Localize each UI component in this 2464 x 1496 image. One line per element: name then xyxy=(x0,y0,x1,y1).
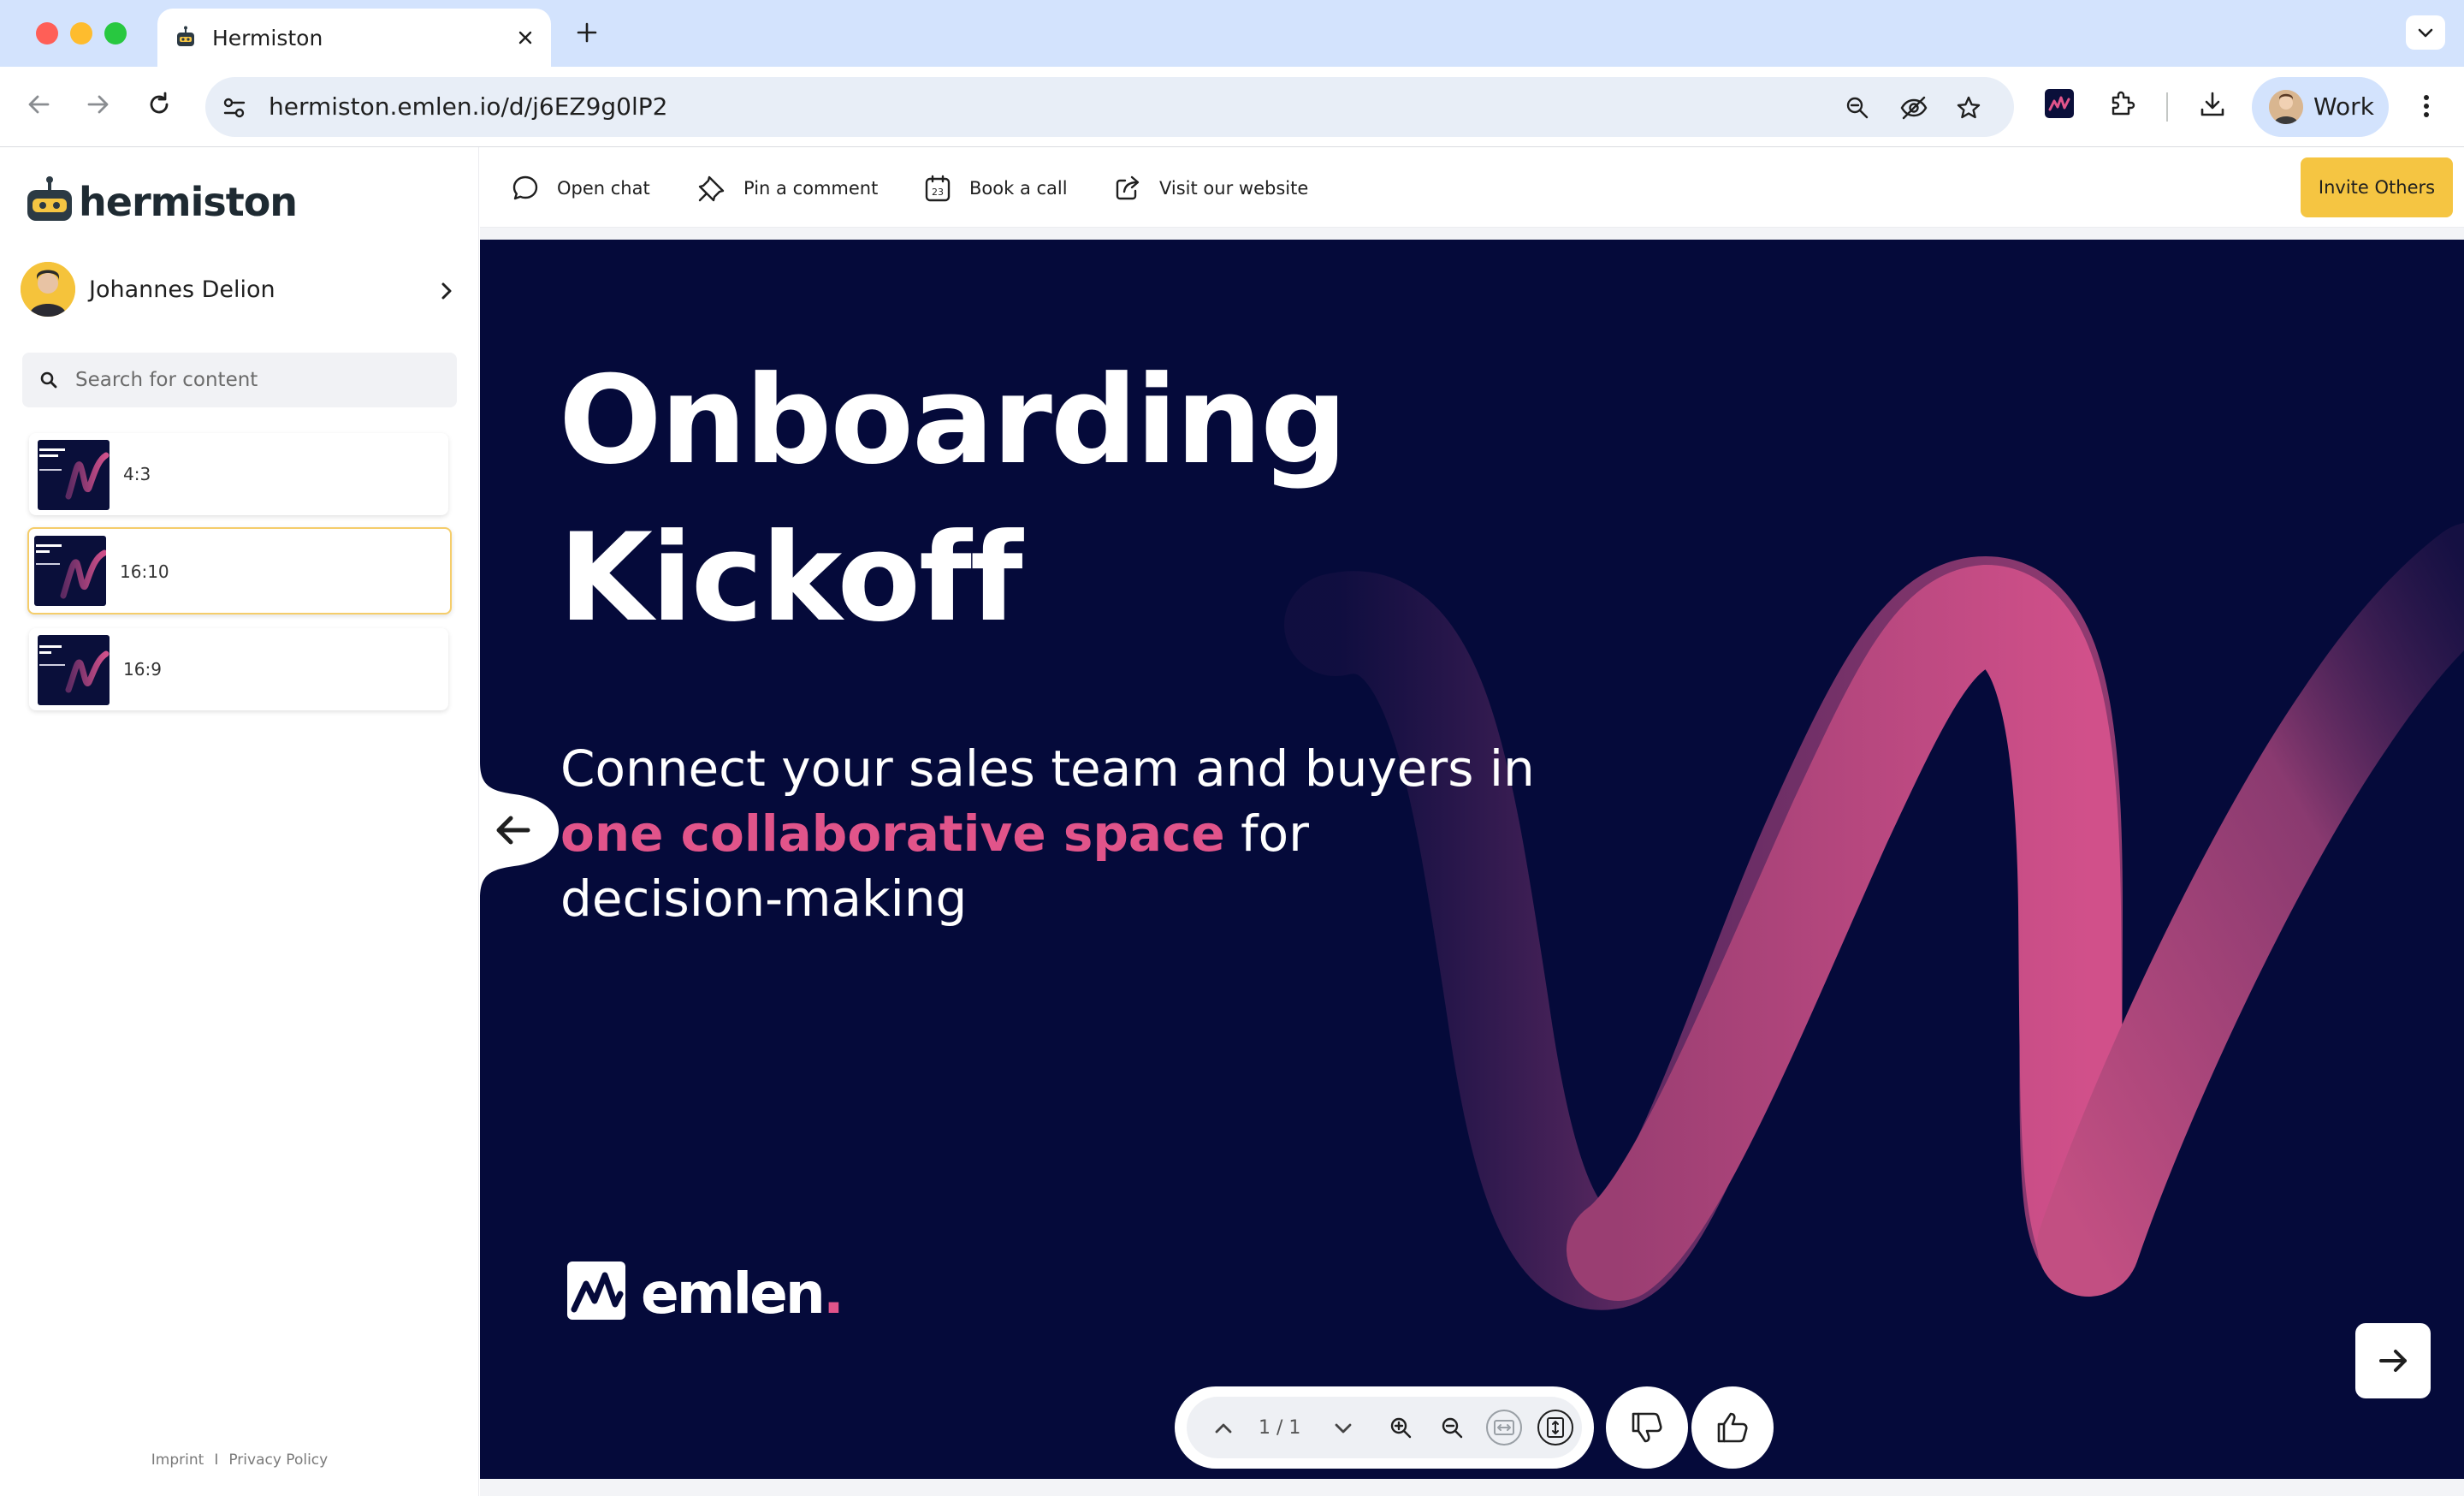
viewer-controls: 1 / 1 xyxy=(1175,1386,1594,1469)
open-chat-label: Open chat xyxy=(557,178,650,199)
subtitle-text: Connect your sales team and buyers in xyxy=(560,739,1535,798)
address-bar[interactable]: hermiston.emlen.io/d/j6EZ9g0lP2 xyxy=(205,77,2014,137)
eye-off-icon[interactable] xyxy=(1899,95,1928,121)
next-slide-button[interactable] xyxy=(2355,1323,2431,1398)
chevron-down-icon[interactable] xyxy=(1332,1417,1354,1440)
zoom-icon[interactable] xyxy=(1845,95,1870,121)
list-item-label: 16:9 xyxy=(123,659,162,680)
toolbar-separator xyxy=(2166,92,2168,122)
sidebar-footer: Imprint I Privacy Policy xyxy=(0,1451,479,1469)
slide-title: Onboarding Kickoff xyxy=(559,342,1348,657)
profile-button[interactable]: Work xyxy=(2252,77,2389,137)
thumbs-down-button[interactable] xyxy=(1606,1386,1688,1469)
visit-website-label: Visit our website xyxy=(1159,178,1309,199)
search-input[interactable] xyxy=(75,365,435,395)
pin-comment-label: Pin a comment xyxy=(743,178,879,199)
content-sidebar: hermiston Johannes Delion 4:3 16:10 16:9… xyxy=(0,147,479,1496)
slide-thumbnail xyxy=(34,536,106,606)
profile-label: Work xyxy=(2313,92,2374,121)
action-bar: Open chat Pin a comment 23 Book a call V… xyxy=(480,147,2464,228)
page-indicator: 1 / 1 xyxy=(1259,1417,1301,1439)
zoom-out-icon[interactable] xyxy=(1440,1416,1464,1440)
search-icon xyxy=(40,371,57,389)
slide-title-line: Onboarding xyxy=(559,350,1348,491)
user-profile-row[interactable]: Johannes Delion xyxy=(21,262,459,322)
browser-tab-strip: Hermiston xyxy=(0,0,2464,67)
book-call-button[interactable]: 23 Book a call xyxy=(923,169,1077,205)
emlen-logo-icon xyxy=(566,1260,627,1321)
close-window-button[interactable] xyxy=(36,22,58,45)
list-item-label: 4:3 xyxy=(123,464,151,484)
fit-width-icon[interactable] xyxy=(1484,1409,1524,1446)
visit-website-button[interactable]: Visit our website xyxy=(1113,169,1318,205)
avatar xyxy=(2269,90,2303,124)
browser-tab[interactable]: Hermiston xyxy=(157,9,551,67)
list-item[interactable]: 16:10 xyxy=(27,527,452,614)
chevron-down-icon xyxy=(2418,28,2433,38)
brand-name: emlen xyxy=(641,1261,826,1327)
download-icon[interactable] xyxy=(2197,89,2228,120)
subtitle-highlight: one collaborative space xyxy=(560,804,1225,863)
brand-wordmark: hermiston xyxy=(79,179,298,225)
pin-icon xyxy=(698,175,725,202)
calendar-icon: 23 xyxy=(925,175,951,202)
list-item[interactable]: 16:9 xyxy=(29,628,448,710)
book-call-label: Book a call xyxy=(969,178,1068,199)
maximize-window-button[interactable] xyxy=(104,22,127,45)
list-item[interactable]: 4:3 xyxy=(29,433,448,515)
thumbs-up-button[interactable] xyxy=(1691,1386,1774,1469)
imprint-link[interactable]: Imprint xyxy=(151,1451,204,1469)
open-chat-button[interactable]: Open chat xyxy=(511,169,650,205)
site-settings-icon[interactable] xyxy=(222,97,246,119)
page-controls: 1 / 1 xyxy=(1187,1397,1582,1458)
share-external-icon xyxy=(1116,175,1140,200)
forward-arrow-icon[interactable] xyxy=(82,89,113,120)
svg-text:23: 23 xyxy=(932,187,944,198)
arrow-right-icon xyxy=(2379,1350,2407,1372)
avatar xyxy=(21,262,75,317)
hermiston-robot-logo-icon xyxy=(24,175,75,223)
brand-dot: . xyxy=(822,1261,844,1327)
browser-toolbar: hermiston.emlen.io/d/j6EZ9g0lP2 Work xyxy=(0,67,2464,147)
new-tab-plus-icon[interactable] xyxy=(573,19,601,46)
more-vert-icon[interactable] xyxy=(2418,89,2435,123)
slide-thumbnail xyxy=(38,635,110,705)
invite-others-button[interactable]: Invite Others xyxy=(2301,157,2453,217)
list-item-label: 16:10 xyxy=(120,561,169,582)
tab-title: Hermiston xyxy=(212,26,323,50)
previous-slide-button[interactable] xyxy=(480,762,566,899)
slide-subtitle: Connect your sales team and buyers in on… xyxy=(560,736,1544,931)
fit-height-icon[interactable] xyxy=(1536,1409,1575,1446)
chevron-right-icon[interactable] xyxy=(436,279,457,303)
robot-favicon-icon xyxy=(173,26,198,50)
thumbs-down-icon xyxy=(1632,1412,1662,1443)
reload-icon[interactable] xyxy=(144,89,175,120)
search-box xyxy=(22,353,457,407)
zoom-in-icon[interactable] xyxy=(1389,1416,1413,1440)
chat-bubble-icon xyxy=(512,175,538,200)
pin-comment-button[interactable]: Pin a comment xyxy=(697,169,879,205)
thumbs-up-icon xyxy=(1717,1412,1748,1443)
url-text: hermiston.emlen.io/d/j6EZ9g0lP2 xyxy=(269,92,668,121)
presentation-viewer: Onboarding Kickoff Connect your sales te… xyxy=(480,228,2464,1496)
emlen-extension-icon[interactable] xyxy=(2045,89,2074,118)
footer-separator: I xyxy=(214,1451,219,1469)
privacy-policy-link[interactable]: Privacy Policy xyxy=(228,1451,328,1469)
slide-canvas: Onboarding Kickoff Connect your sales te… xyxy=(480,240,2464,1479)
slide-thumbnail xyxy=(38,440,110,510)
close-icon[interactable] xyxy=(515,27,536,48)
tab-search-button[interactable] xyxy=(2406,15,2445,50)
bookmark-star-icon[interactable] xyxy=(1956,95,1981,121)
chevron-up-icon[interactable] xyxy=(1212,1417,1235,1440)
user-name: Johannes Delion xyxy=(89,276,275,303)
emlen-wordmark: emlen. xyxy=(641,1260,844,1328)
extensions-puzzle-icon[interactable] xyxy=(2106,89,2137,120)
back-arrow-icon[interactable] xyxy=(24,89,55,120)
minimize-window-button[interactable] xyxy=(70,22,92,45)
slide-title-line: Kickoff xyxy=(559,508,1023,649)
